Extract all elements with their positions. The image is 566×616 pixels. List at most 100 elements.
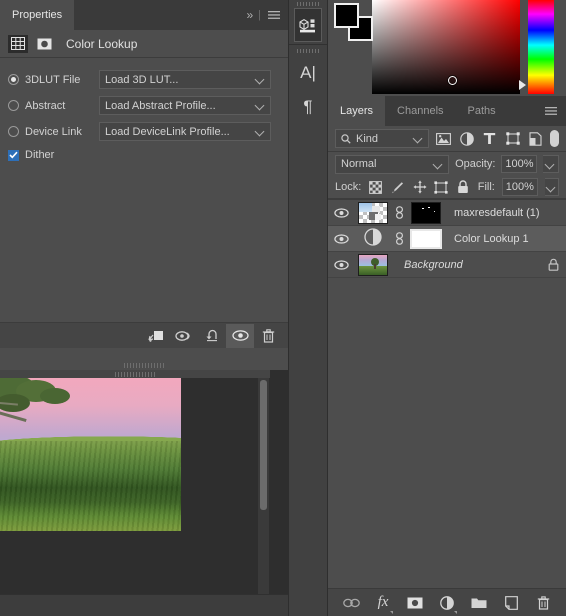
- table-row[interactable]: Color Lookup 1: [328, 226, 566, 252]
- tab-channels[interactable]: Channels: [385, 96, 456, 126]
- blend-mode-select[interactable]: Normal: [335, 154, 450, 174]
- lock-position-icon[interactable]: [412, 179, 427, 196]
- layer-visibility-toggle[interactable]: [328, 233, 354, 244]
- layer-link-icon[interactable]: [392, 232, 406, 245]
- canvas-top-grip[interactable]: [0, 370, 270, 378]
- layer-mask-thumbnail[interactable]: [406, 228, 446, 249]
- adjustment-header: Color Lookup: [0, 30, 288, 58]
- document-image[interactable]: [0, 378, 181, 531]
- color-picker-panel: [328, 0, 566, 96]
- filter-type-icon[interactable]: [481, 130, 498, 147]
- link-layers-button[interactable]: [341, 592, 361, 614]
- layer-style-fx-button[interactable]: fx: [373, 592, 393, 614]
- add-layer-mask-button[interactable]: [405, 592, 425, 614]
- character-glyph: A|: [300, 62, 316, 82]
- layer-mask-thumbnail[interactable]: [406, 201, 446, 224]
- radio-device-link[interactable]: [8, 126, 19, 137]
- filter-shape-icon[interactable]: [504, 130, 521, 147]
- grid-adjustment-icon[interactable]: [8, 34, 28, 53]
- panel-menu-icon[interactable]: [545, 106, 557, 117]
- hue-slider[interactable]: [528, 0, 554, 94]
- page-title: Color Lookup: [66, 36, 138, 51]
- radio-3dlut-file[interactable]: [8, 74, 19, 85]
- layer-visibility-toggle[interactable]: [328, 259, 354, 270]
- properties-tabbar: Properties » |: [0, 0, 288, 30]
- filter-enable-toggle[interactable]: [550, 130, 559, 147]
- layer-thumbnail[interactable]: [354, 201, 392, 224]
- delete-icon[interactable]: [254, 324, 282, 348]
- blend-mode-row: Normal Opacity: 100%: [328, 152, 566, 176]
- panel-menu-icon[interactable]: [268, 10, 280, 21]
- delete-layer-button[interactable]: [533, 592, 553, 614]
- new-layer-button[interactable]: [501, 592, 521, 614]
- black-mask-thumb: [411, 201, 441, 224]
- select-3dlut-file[interactable]: Load 3D LUT...: [99, 70, 271, 89]
- layers-tabbar: Layers Channels Paths: [328, 96, 566, 126]
- color-lookup-options: 3DLUT File Load 3D LUT... Abstract Load …: [0, 58, 288, 164]
- fill-input[interactable]: 100%: [501, 178, 538, 196]
- filter-smart-object-icon[interactable]: [527, 130, 544, 147]
- dither-checkbox[interactable]: [8, 149, 19, 161]
- reset-icon[interactable]: [198, 324, 226, 348]
- fill-stepper[interactable]: [544, 178, 559, 196]
- landscape-photo-thumb: [358, 253, 388, 276]
- view-previous-state-icon[interactable]: [170, 324, 198, 348]
- lock-transparent-pixels-icon[interactable]: [368, 179, 383, 196]
- foreground-color-swatch[interactable]: [334, 3, 359, 28]
- radio-label-3dlut-file: 3DLUT File: [25, 73, 81, 86]
- chevron-down-icon: [454, 610, 457, 614]
- lock-image-pixels-icon[interactable]: [390, 179, 405, 196]
- table-row[interactable]: maxresdefault (1): [328, 200, 566, 226]
- new-group-button[interactable]: [469, 592, 489, 614]
- dock-grip[interactable]: [289, 0, 327, 8]
- dock-grip-2[interactable]: [289, 47, 327, 55]
- clip-to-layer-icon[interactable]: [142, 324, 170, 348]
- layers-panel: Layers Channels Paths Kind Normal Opacit…: [328, 96, 566, 616]
- radio-abstract[interactable]: [8, 100, 19, 111]
- tab-properties[interactable]: Properties: [0, 0, 75, 30]
- blend-mode-value: Normal: [341, 158, 377, 170]
- layer-filter-row: Kind: [328, 126, 566, 152]
- select-abstract-value: Load Abstract Profile...: [105, 99, 216, 112]
- saturation-brightness-field[interactable]: [372, 0, 520, 94]
- chevron-down-icon: [390, 610, 393, 614]
- filter-pixel-icon[interactable]: [435, 130, 452, 147]
- opacity-stepper[interactable]: [543, 155, 559, 173]
- layer-link-icon[interactable]: [392, 206, 406, 219]
- chevron-double-right-icon[interactable]: »: [246, 8, 253, 22]
- paragraph-icon[interactable]: ¶: [289, 89, 327, 123]
- grip-dots-icon: [115, 371, 155, 377]
- select-devicelink-profile[interactable]: Load DeviceLink Profile...: [99, 122, 271, 141]
- character-icon[interactable]: A|: [289, 55, 327, 89]
- properties-panel: Properties » | Color Lookup 3DLUT File L…: [0, 0, 288, 370]
- layer-thumbnail[interactable]: [354, 228, 392, 249]
- mask-properties-icon[interactable]: [34, 35, 54, 53]
- lock-all-icon[interactable]: [456, 179, 471, 196]
- layer-thumbnail[interactable]: [354, 253, 392, 276]
- canvas-vertical-scrollbar[interactable]: [258, 378, 269, 594]
- layer-name[interactable]: Color Lookup 1: [446, 233, 566, 245]
- document-canvas-area[interactable]: [0, 370, 288, 616]
- chevron-down-icon: [434, 160, 443, 169]
- opacity-input[interactable]: 100%: [501, 155, 538, 173]
- layer-name[interactable]: Background: [392, 259, 540, 271]
- opacity-label: Opacity:: [455, 158, 496, 170]
- layer-lock-indicator[interactable]: [540, 258, 566, 271]
- select-abstract-profile[interactable]: Load Abstract Profile...: [99, 96, 271, 115]
- tab-paths[interactable]: Paths: [455, 96, 508, 126]
- toggle-visibility-icon[interactable]: [226, 323, 254, 348]
- paragraph-glyph: ¶: [303, 96, 313, 116]
- layer-visibility-toggle[interactable]: [328, 207, 354, 218]
- layer-name[interactable]: maxresdefault (1): [446, 207, 566, 219]
- new-adjustment-layer-button[interactable]: [437, 592, 457, 614]
- color-field-cursor[interactable]: [448, 76, 457, 85]
- table-row[interactable]: Background: [328, 252, 566, 278]
- filter-adjustment-icon[interactable]: [458, 130, 475, 147]
- properties-resize-grip[interactable]: [0, 360, 288, 370]
- hue-slider-marker[interactable]: [519, 80, 526, 90]
- tab-layers[interactable]: Layers: [328, 96, 386, 126]
- scrollbar-thumb[interactable]: [260, 380, 267, 510]
- libraries-icon[interactable]: [294, 8, 322, 42]
- lock-artboard-nesting-icon[interactable]: [434, 179, 449, 196]
- filter-kind-select[interactable]: Kind: [335, 129, 429, 148]
